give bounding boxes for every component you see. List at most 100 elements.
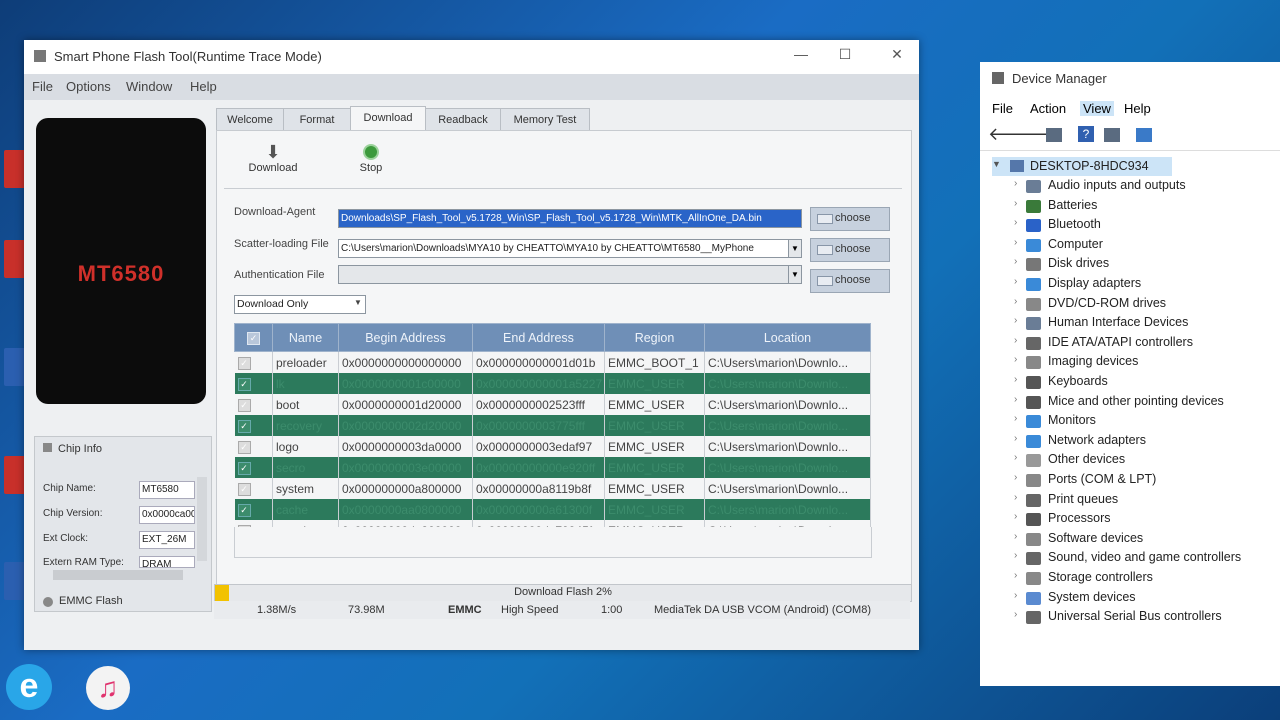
scan-hardware-icon[interactable] <box>1136 128 1152 142</box>
expand-chevron-icon[interactable]: › <box>1014 198 1017 209</box>
expand-chevron-icon[interactable]: › <box>1014 413 1017 424</box>
chip-hscrollbar[interactable] <box>53 570 183 580</box>
row-checkbox[interactable]: ✓ <box>234 478 273 499</box>
location: C:\Users\marion\Downlo... <box>704 394 871 415</box>
expand-chevron-icon[interactable]: › <box>1014 296 1017 307</box>
scatter-dropdown-icon[interactable]: ▼ <box>788 239 802 258</box>
edge-browser-icon[interactable]: e <box>6 664 52 710</box>
auth-file-field[interactable] <box>338 265 790 284</box>
collapse-chevron-icon[interactable]: ▼ <box>992 159 1001 169</box>
expand-chevron-icon[interactable]: › <box>1014 374 1017 385</box>
row-checkbox[interactable]: ✓ <box>234 415 273 436</box>
expand-chevron-icon[interactable]: › <box>1014 550 1017 561</box>
expand-chevron-icon[interactable]: › <box>1014 237 1017 248</box>
expand-chevron-icon[interactable]: › <box>1014 452 1017 463</box>
device-category-icon <box>1026 199 1041 213</box>
row-checkbox[interactable]: ✓ <box>234 457 273 478</box>
col-location[interactable]: Location <box>704 323 871 352</box>
desktop-app-icon[interactable] <box>4 240 26 278</box>
expand-chevron-icon[interactable]: › <box>1014 178 1017 189</box>
chip-scrollbar[interactable] <box>197 477 207 561</box>
expand-chevron-icon[interactable]: › <box>1014 472 1017 483</box>
desktop-app-icon[interactable] <box>4 456 26 494</box>
itunes-icon[interactable]: ♫ <box>86 666 130 710</box>
col-region[interactable]: Region <box>604 323 705 352</box>
menu-window[interactable]: Window <box>126 79 172 94</box>
menu-options[interactable]: Options <box>66 79 111 94</box>
expand-chevron-icon[interactable]: › <box>1014 590 1017 601</box>
expand-chevron-icon[interactable]: › <box>1014 609 1017 620</box>
row-checkbox[interactable]: ✓ <box>234 373 273 394</box>
maximize-icon[interactable]: ☐ <box>830 46 860 66</box>
expand-chevron-icon[interactable]: › <box>1014 315 1017 326</box>
dm-menu-view[interactable]: View <box>1080 101 1114 116</box>
expand-chevron-icon[interactable]: › <box>1014 531 1017 542</box>
tab-welcome[interactable]: Welcome <box>216 108 284 132</box>
download-agent-field[interactable]: Downloads\SP_Flash_Tool_v5.1728_Win\SP_F… <box>338 209 802 228</box>
help-icon[interactable]: ? <box>1078 126 1094 142</box>
minimize-icon[interactable]: — <box>786 46 816 66</box>
download-button-label: Download <box>248 162 298 174</box>
expand-chevron-icon[interactable]: › <box>1014 335 1017 346</box>
tab-format[interactable]: Format <box>283 108 351 132</box>
expand-chevron-icon[interactable]: › <box>1014 217 1017 228</box>
expand-chevron-icon[interactable]: › <box>1014 354 1017 365</box>
choose-da-button[interactable]: choose <box>810 207 890 231</box>
device-category-icon <box>1026 317 1041 331</box>
row-checkbox[interactable]: ✓ <box>234 436 273 457</box>
dm-menu-help[interactable]: Help <box>1124 101 1151 116</box>
desktop-app-icon[interactable] <box>4 150 26 188</box>
root-label: DESKTOP-8HDC934 <box>1030 159 1149 173</box>
device-category-icon <box>1026 591 1041 605</box>
device-category-icon <box>1026 258 1041 272</box>
download-mode-select[interactable]: Download Only <box>234 295 366 314</box>
tab-memory-test[interactable]: Memory Test <box>500 108 590 132</box>
expand-chevron-icon[interactable]: › <box>1014 433 1017 444</box>
tab-readback[interactable]: Readback <box>425 108 501 132</box>
col-end-address[interactable]: End Address <box>472 323 605 352</box>
mode-chevron-icon[interactable]: ▼ <box>354 298 362 307</box>
dm-menu-file[interactable]: File <box>992 101 1013 116</box>
scatter-file-field[interactable]: C:\Users\marion\Downloads\MYA10 by CHEAT… <box>338 239 790 258</box>
expand-chevron-icon[interactable]: › <box>1014 256 1017 267</box>
menu-help[interactable]: Help <box>190 79 217 94</box>
expand-chevron-icon[interactable]: › <box>1014 394 1017 405</box>
expand-chevron-icon[interactable]: › <box>1014 570 1017 581</box>
col-name[interactable]: Name <box>272 323 339 352</box>
menu-file[interactable]: File <box>32 79 53 94</box>
row-checkbox[interactable]: ✓ <box>234 394 273 415</box>
table-row[interactable]: ✓ boot 0x0000000001d20000 0x0000000002523ff… <box>234 394 871 415</box>
location: C:\Users\marion\Downlo... <box>704 457 871 478</box>
expand-chevron-icon[interactable]: › <box>1014 492 1017 503</box>
close-icon[interactable]: ✕ <box>882 46 912 66</box>
tab-download[interactable]: Download <box>350 106 426 131</box>
device-category-icon <box>1026 395 1041 409</box>
col-begin-address[interactable]: Begin Address <box>338 323 473 352</box>
table-row[interactable]: ✓ preloader 0x0000000000000000 0x0000000000… <box>234 351 871 373</box>
dm-menu-action[interactable]: Action <box>1030 101 1066 116</box>
begin-address: 0x0000000003da0000 <box>338 436 473 457</box>
row-checkbox[interactable]: ✓ <box>234 499 273 520</box>
properties-icon[interactable] <box>1046 128 1062 142</box>
table-row[interactable]: ✓ secro 0x0000000003e00000 0x00000000000e92… <box>234 457 871 478</box>
table-row[interactable]: ✓ cache 0x0000000aa0800000 0x000000000a6130… <box>234 499 871 520</box>
desktop-app-icon[interactable] <box>4 348 26 386</box>
table-row[interactable]: ✓ lk 0x0000000001c00000 0x000000000001a5227… <box>234 373 871 394</box>
update-driver-icon[interactable] <box>1104 128 1120 142</box>
expand-chevron-icon[interactable]: › <box>1014 276 1017 287</box>
choose-scatter-button[interactable]: choose <box>810 238 890 262</box>
select-all-checkbox[interactable]: ✓ <box>234 323 273 352</box>
download-button[interactable]: ⬇ Download <box>242 142 304 174</box>
table-row[interactable]: ✓ logo 0x0000000003da0000 0x0000000003edaf9… <box>234 436 871 457</box>
row-checkbox[interactable]: ✓ <box>234 351 273 373</box>
tree-root[interactable]: ▼ DESKTOP-8HDC934 <box>992 157 1172 176</box>
location: C:\Users\marion\Downlo... <box>704 436 871 457</box>
expand-chevron-icon[interactable]: › <box>1014 511 1017 522</box>
auth-dropdown-icon[interactable]: ▼ <box>788 265 802 284</box>
stop-button[interactable]: Stop <box>346 142 396 174</box>
table-row[interactable]: ✓ system 0x000000000a800000 0x00000000a8119… <box>234 478 871 499</box>
device-category-label: Sound, video and game controllers <box>1048 550 1242 565</box>
choose-auth-button[interactable]: choose <box>810 269 890 293</box>
desktop-app-icon[interactable] <box>4 562 26 600</box>
table-row[interactable]: ✓ recovery 0x0000000002d20000 0x00000000037… <box>234 415 871 436</box>
